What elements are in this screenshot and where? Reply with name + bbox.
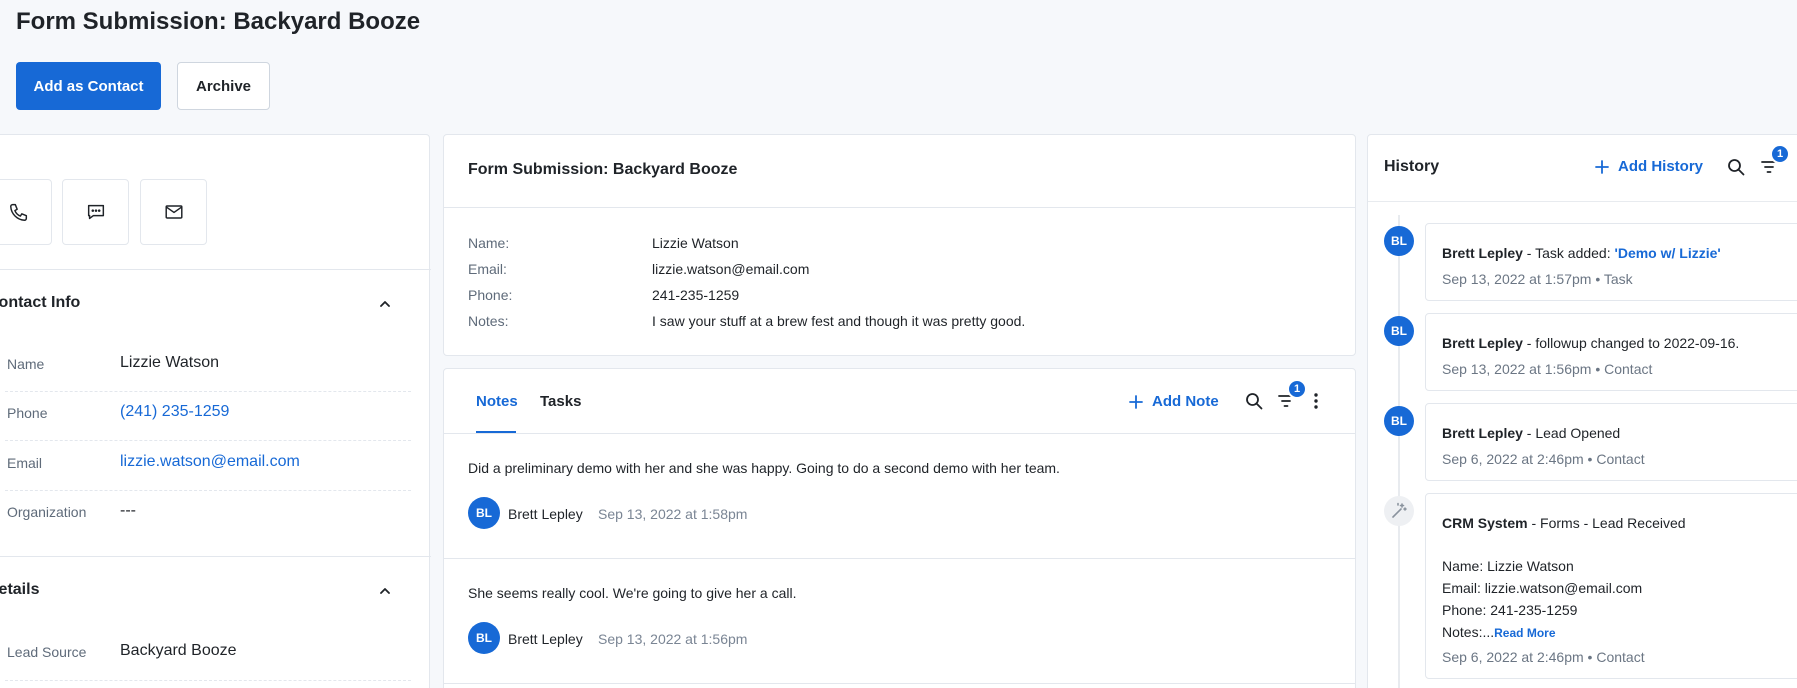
history-item: CRM System - Forms - Lead Received Name:… (1425, 493, 1797, 679)
archive-button[interactable]: Archive (177, 62, 270, 110)
field-label-name: Name (7, 356, 45, 372)
submission-title: Form Submission: Backyard Booze (468, 161, 738, 178)
submission-label: Phone: (468, 287, 513, 303)
history-item: Brett Lepley - followup changed to 2022-… (1425, 313, 1797, 391)
chevron-up-icon[interactable] (377, 296, 393, 312)
filter-count-badge: 1 (1287, 379, 1307, 399)
history-author: Brett Lepley (1442, 425, 1523, 441)
history-meta: Sep 6, 2022 at 2:46pm • Contact (1442, 649, 1645, 665)
submission-label: Notes: (468, 313, 509, 329)
note-time: Sep 13, 2022 at 1:56pm (598, 631, 748, 647)
chat-icon (87, 204, 104, 220)
submission-value: I saw your stuff at a brew fest and thou… (652, 313, 1026, 329)
note-time: Sep 13, 2022 at 1:58pm (598, 506, 748, 522)
history-author: CRM System (1442, 515, 1528, 531)
history-action: - Task added: (1522, 245, 1615, 261)
task-link[interactable]: 'Demo w/ Lizzie' (1615, 245, 1721, 261)
system-avatar (1384, 496, 1414, 526)
history-meta: Sep 13, 2022 at 1:57pm • Task (1442, 271, 1633, 287)
history-author: Brett Lepley (1442, 245, 1523, 261)
magic-wand-icon (1392, 502, 1407, 518)
add-as-contact-button[interactable]: Add as Contact (16, 62, 161, 110)
phone-icon (9, 203, 27, 221)
tab-tasks[interactable]: Tasks (540, 393, 581, 410)
field-value-lead-source: Backyard Booze (120, 642, 237, 659)
history-meta: Sep 13, 2022 at 1:56pm • Contact (1442, 361, 1653, 377)
submission-value: 241-235-1259 (652, 287, 740, 303)
avatar: BL (468, 497, 500, 529)
add-history-button[interactable]: Add History (1594, 158, 1703, 175)
avatar: BL (1384, 226, 1414, 256)
history-timeline (1398, 215, 1400, 688)
avatar: BL (468, 622, 500, 654)
submission-card: Form Submission: Backyard Booze Name: Li… (443, 134, 1356, 356)
phone-link[interactable]: (241) 235-1259 (120, 403, 229, 421)
contact-panel: Contact Info Name Lizzie Watson Phone (2… (0, 134, 431, 688)
email-button[interactable] (140, 179, 207, 245)
note-author: Brett Lepley (508, 506, 583, 522)
history-detail: Email: lizzie.watson@email.com (1442, 580, 1643, 596)
contact-info-title: Contact Info (0, 294, 81, 311)
call-button[interactable] (0, 179, 52, 245)
submission-value: lizzie.watson@email.com (652, 261, 810, 277)
history-item: Brett Lepley - Lead Opened Sep 6, 2022 a… (1425, 403, 1797, 481)
history-line: Brett Lepley - followup changed to 2022-… (1442, 335, 1739, 351)
field-value-name: Lizzie Watson (120, 354, 219, 371)
tab-notes[interactable]: Notes (476, 393, 518, 410)
submission-label: Name: (468, 235, 510, 251)
chevron-up-icon[interactable] (377, 583, 393, 599)
avatar: BL (1384, 406, 1414, 436)
submission-value: Lizzie Watson (652, 235, 739, 251)
history-line: Brett Lepley - Task added: 'Demo w/ Lizz… (1442, 245, 1721, 261)
avatar: BL (1384, 316, 1414, 346)
history-line: CRM System - Forms - Lead Received (1442, 515, 1686, 531)
note-author: Brett Lepley (508, 631, 583, 647)
mail-icon (164, 205, 183, 219)
plus-icon (1595, 159, 1609, 174)
history-notes-prefix: Notes:... (1442, 624, 1495, 640)
history-meta: Sep 6, 2022 at 2:46pm • Contact (1442, 451, 1645, 467)
field-label-organization: Organization (7, 504, 87, 520)
search-icon[interactable] (1726, 157, 1746, 177)
more-vertical-icon[interactable] (1306, 391, 1326, 411)
note-text: Did a preliminary demo with her and she … (468, 460, 1060, 476)
history-detail: Phone: 241-235-1259 (1442, 602, 1578, 618)
history-title: History (1384, 158, 1440, 175)
history-item: Brett Lepley - Task added: 'Demo w/ Lizz… (1425, 223, 1797, 301)
add-history-label: Add History (1618, 158, 1704, 175)
history-author: Brett Lepley (1442, 335, 1523, 351)
history-action: - followup changed to 2022-09-16. (1522, 335, 1740, 351)
message-button[interactable] (62, 179, 129, 245)
history-line: Brett Lepley - Lead Opened (1442, 425, 1620, 441)
history-panel: History Add History 1 BL Brett Lepley - … (1367, 134, 1797, 688)
history-detail: Name: Lizzie Watson (1442, 558, 1574, 574)
history-action: - Forms - Lead Received (1527, 515, 1686, 531)
details-title: Details (0, 581, 40, 598)
read-more-link[interactable]: Read More (1494, 626, 1555, 640)
field-label-email: Email (7, 455, 43, 471)
add-note-button[interactable]: Add Note (1128, 393, 1219, 410)
history-action: - Lead Opened (1522, 425, 1621, 441)
field-label-lead-source: Lead Source (7, 644, 87, 660)
filter-count-badge: 1 (1770, 144, 1790, 164)
plus-icon (1129, 394, 1143, 409)
submission-label: Email: (468, 261, 507, 277)
field-value-organization: --- (120, 502, 136, 519)
add-note-label: Add Note (1152, 393, 1219, 410)
search-icon[interactable] (1244, 391, 1264, 411)
note-text: She seems really cool. We're going to gi… (468, 585, 797, 601)
email-link[interactable]: lizzie.watson@email.com (120, 453, 300, 471)
page-title: Form Submission: Backyard Booze (16, 8, 421, 35)
field-label-phone: Phone (7, 405, 48, 421)
notes-card: Notes Tasks Add Note 1 Did a preliminary… (443, 368, 1356, 688)
history-notes: Notes:...Read More (1442, 624, 1556, 640)
